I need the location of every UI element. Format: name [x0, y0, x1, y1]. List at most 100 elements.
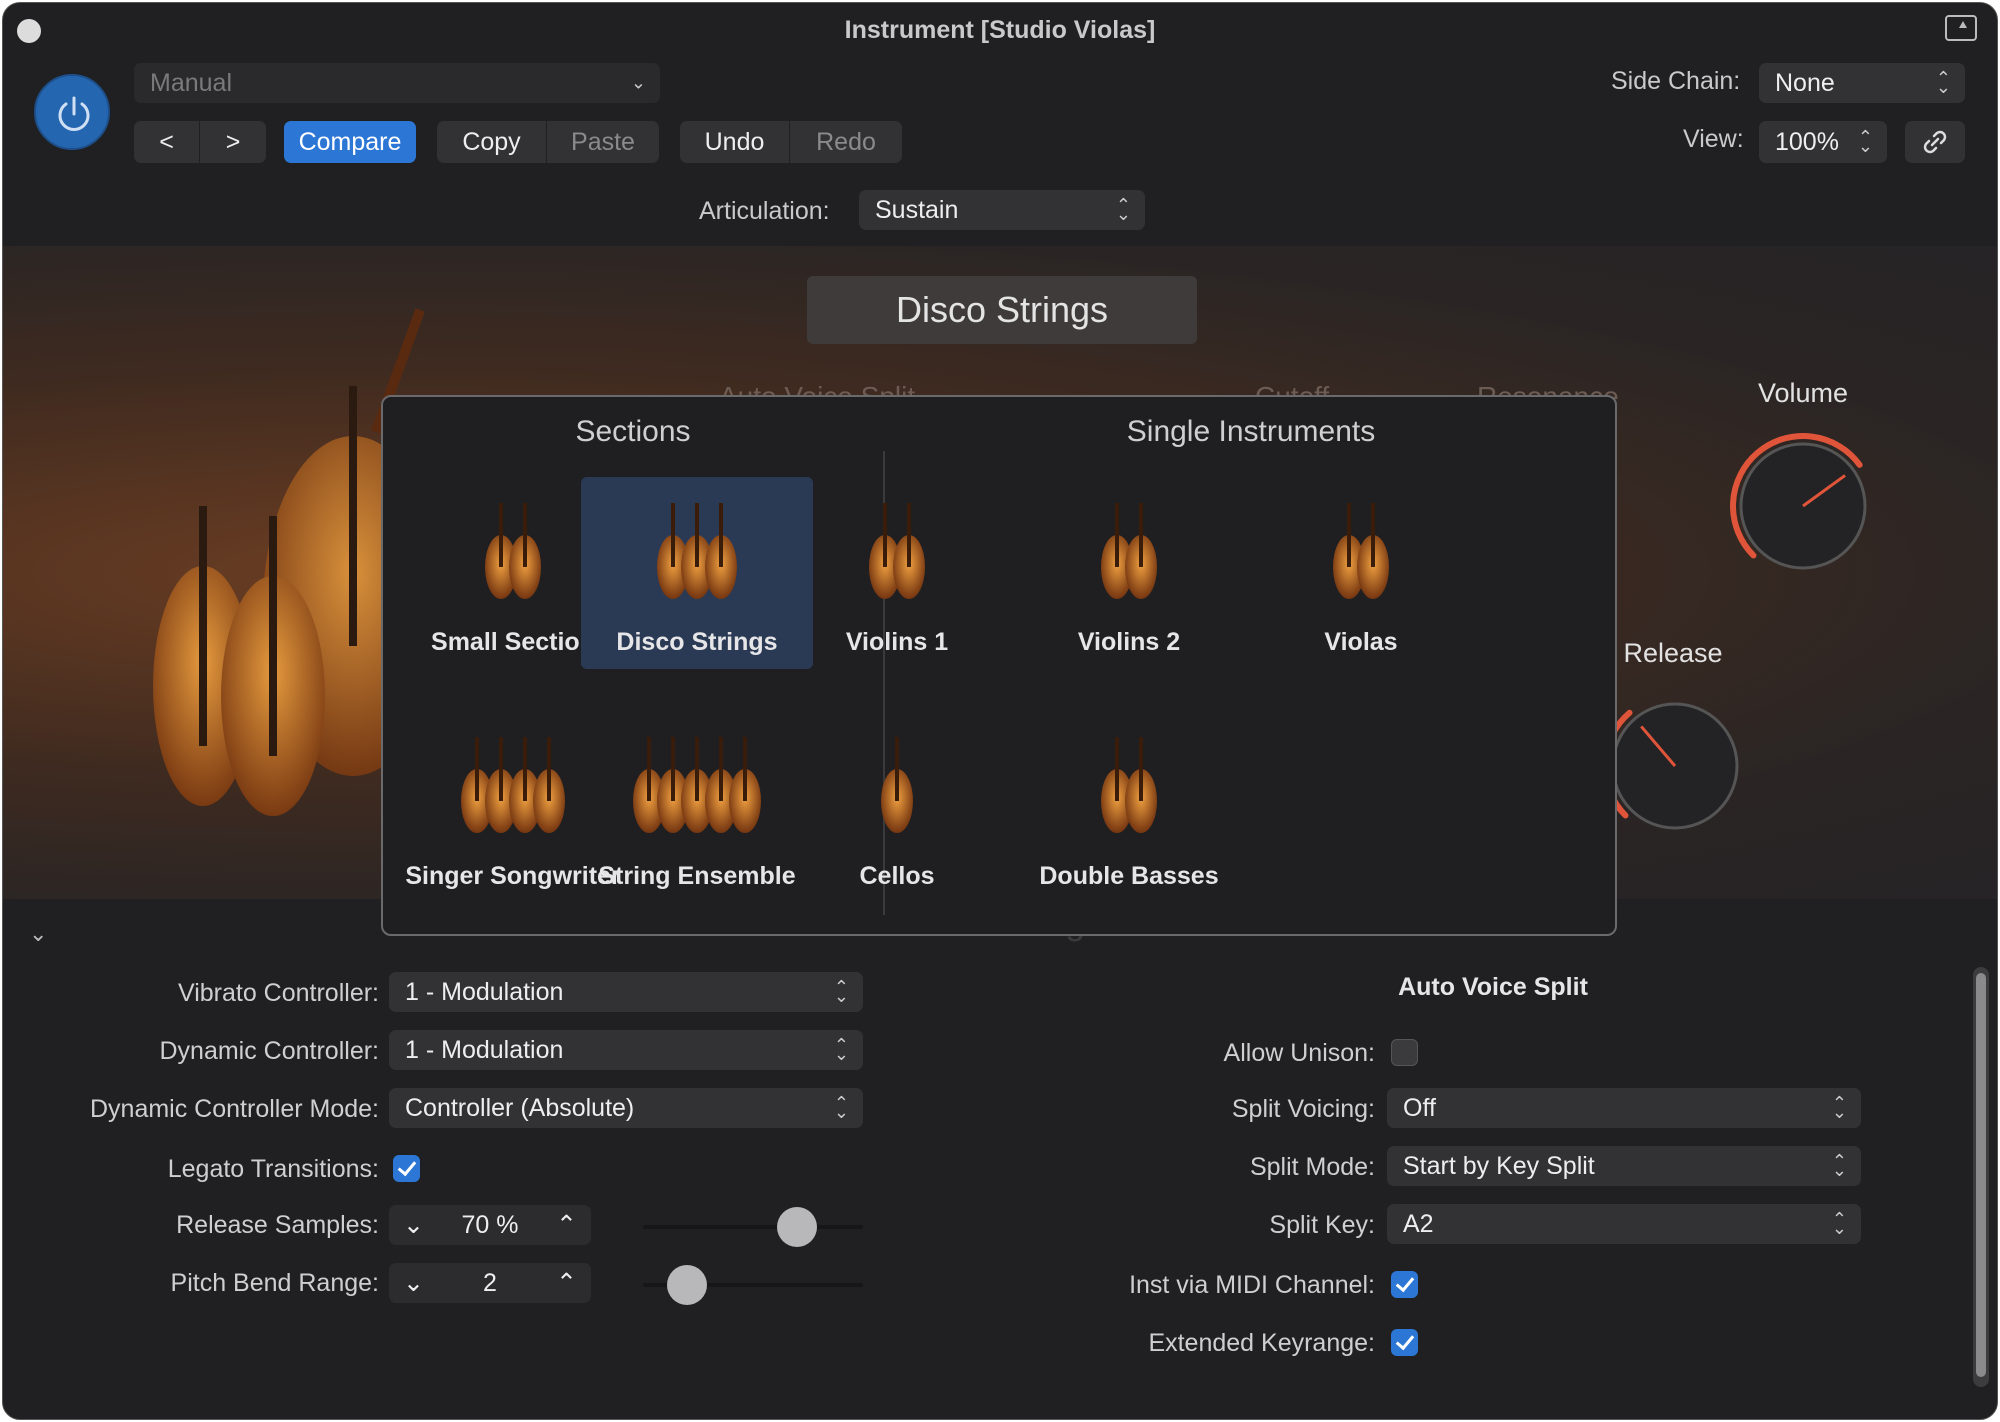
updown-chevron-icon: ⌃ ⌄: [1935, 68, 1951, 97]
view-zoom-dropdown[interactable]: 100% ⌃ ⌄: [1759, 121, 1887, 163]
view-zoom-value: 100%: [1775, 127, 1839, 156]
dynamic-controller-mode-value: Controller (Absolute): [405, 1093, 635, 1122]
preset-dropdown[interactable]: Manual ⌄: [134, 63, 660, 103]
chevron-up-icon[interactable]: ⌃: [556, 1268, 577, 1298]
patch-title: Disco Strings: [807, 276, 1197, 344]
split-mode-value: Start by Key Split: [1403, 1151, 1595, 1180]
articulation-label: Articulation:: [699, 197, 830, 225]
collapse-chevron-icon[interactable]: ⌄: [29, 921, 47, 947]
single-instrument-tile-3[interactable]: Cellos: [781, 711, 1013, 903]
pitch-bend-range-value: 2: [483, 1268, 497, 1297]
extended-keyrange-label: Extended Keyrange:: [1148, 1329, 1375, 1357]
instrument-icon: [633, 737, 761, 833]
updown-chevron-icon: ⌃ ⌄: [1857, 127, 1873, 156]
section-tile-3[interactable]: String Ensemble: [581, 711, 813, 903]
instrument-icon: [1333, 503, 1389, 599]
updown-chevron-icon: ⌃ ⌄: [1115, 195, 1131, 224]
undo-redo-group: Undo Redo: [680, 121, 902, 163]
side-chain-value: None: [1775, 68, 1835, 97]
split-key-value: A2: [1403, 1209, 1434, 1238]
updown-chevron-icon: ⌃ ⌄: [833, 977, 849, 1006]
prev-preset-button[interactable]: <: [134, 121, 200, 163]
updown-chevron-icon: ⌃ ⌄: [833, 1093, 849, 1122]
articulation-value: Sustain: [875, 195, 959, 224]
vibrato-controller-value: 1 - Modulation: [405, 977, 564, 1006]
articulation-dropdown[interactable]: Sustain ⌃ ⌄: [859, 190, 1145, 230]
chevron-down-icon[interactable]: ⌄: [403, 1268, 424, 1298]
inst-via-midi-channel-label: Inst via MIDI Channel:: [1129, 1271, 1375, 1299]
single-instrument-tile-2[interactable]: Violas: [1245, 477, 1477, 669]
copy-button[interactable]: Copy: [437, 121, 547, 163]
release-samples-slider-thumb[interactable]: [777, 1207, 817, 1247]
pitch-bend-range-label: Pitch Bend Range:: [170, 1269, 379, 1297]
chevron-up-icon[interactable]: ⌃: [556, 1210, 577, 1240]
close-button[interactable]: [17, 19, 41, 43]
instrument-icon: [881, 737, 913, 833]
dynamic-controller-dropdown[interactable]: 1 - Modulation ⌃ ⌄: [389, 1030, 863, 1070]
updown-chevron-icon: ⌃ ⌄: [1831, 1151, 1847, 1180]
sections-title: Sections: [575, 415, 691, 448]
link-icon: [1923, 130, 1947, 154]
release-samples-slider-track[interactable]: [643, 1225, 863, 1229]
single-instrument-tile-4[interactable]: Double Basses: [1013, 711, 1245, 903]
paste-button[interactable]: Paste: [547, 121, 659, 163]
side-chain-label: Side Chain:: [1611, 67, 1741, 95]
single-instrument-tile-1[interactable]: Violins 2: [1013, 477, 1245, 669]
undo-button[interactable]: Undo: [680, 121, 790, 163]
release-samples-label: Release Samples:: [176, 1211, 379, 1239]
single-instrument-tile-label: Cellos: [859, 862, 935, 890]
allow-unison-label: Allow Unison:: [1223, 1039, 1375, 1067]
section-tile-1[interactable]: Disco Strings: [581, 477, 813, 669]
release-knob[interactable]: [1595, 686, 1755, 846]
dynamic-controller-value: 1 - Modulation: [405, 1035, 564, 1064]
chevron-down-icon[interactable]: ⌄: [403, 1210, 424, 1240]
power-button[interactable]: [34, 74, 110, 150]
side-chain-dropdown[interactable]: None ⌃ ⌄: [1759, 63, 1965, 103]
preset-nav: < >: [134, 121, 266, 163]
split-key-dropdown[interactable]: A2 ⌃ ⌄: [1387, 1204, 1861, 1244]
extended-keyrange-checkbox[interactable]: [1391, 1329, 1418, 1356]
updown-chevron-icon: ⌃ ⌄: [1831, 1209, 1847, 1238]
allow-unison-checkbox[interactable]: [1391, 1039, 1418, 1066]
instrument-icon: [1101, 737, 1157, 833]
release-samples-value: 70 %: [461, 1210, 519, 1239]
section-tile-label: String Ensemble: [598, 862, 796, 890]
split-voicing-value: Off: [1403, 1093, 1436, 1122]
extended-parameters-panel: ⌄ Studio Strings Vibrato Controller: 1 -…: [3, 899, 1997, 1419]
vibrato-controller-dropdown[interactable]: 1 - Modulation ⌃ ⌄: [389, 972, 863, 1012]
volume-knob[interactable]: [1723, 426, 1883, 586]
patch-picker-popover: Sections Single Instruments Small Sectio…: [381, 395, 1617, 936]
scrollbar[interactable]: [1973, 967, 1989, 1387]
dynamic-controller-mode-dropdown[interactable]: Controller (Absolute) ⌃ ⌄: [389, 1088, 863, 1128]
window-expand-icon[interactable]: [1945, 15, 1977, 41]
pitch-bend-range-slider-thumb[interactable]: [667, 1265, 707, 1305]
link-button[interactable]: [1905, 121, 1965, 163]
single-instrument-tile-label: Violins 2: [1077, 628, 1181, 656]
instrument-icon: [1101, 503, 1157, 599]
view-label: View:: [1683, 125, 1744, 153]
vibrato-controller-label: Vibrato Controller:: [177, 979, 379, 1007]
section-tile-label: Disco Strings: [616, 628, 778, 656]
dynamic-controller-mode-label: Dynamic Controller Mode:: [90, 1095, 379, 1123]
legato-transitions-label: Legato Transitions:: [167, 1155, 379, 1183]
auto-voice-split-title: Auto Voice Split: [1398, 973, 1588, 1001]
updown-chevron-icon: ⌃ ⌄: [1831, 1093, 1847, 1122]
redo-button[interactable]: Redo: [790, 121, 902, 163]
next-preset-button[interactable]: >: [200, 121, 266, 163]
single-instrument-tile-0[interactable]: Violins 1: [781, 477, 1013, 669]
preset-value: Manual: [150, 68, 232, 97]
instrument-icon: [869, 503, 925, 599]
pitch-bend-range-stepper[interactable]: ⌄ 2 ⌃: [389, 1263, 591, 1303]
inst-via-midi-channel-checkbox[interactable]: [1391, 1271, 1418, 1298]
instrument-icon: [657, 503, 737, 599]
split-voicing-dropdown[interactable]: Off ⌃ ⌄: [1387, 1088, 1861, 1128]
compare-button[interactable]: Compare: [284, 121, 416, 163]
dynamic-controller-label: Dynamic Controller:: [159, 1037, 379, 1065]
split-mode-dropdown[interactable]: Start by Key Split ⌃ ⌄: [1387, 1146, 1861, 1186]
copy-paste-group: Copy Paste: [437, 121, 659, 163]
single-instrument-tile-label: Violins 1: [845, 628, 949, 656]
power-icon: [58, 96, 90, 131]
release-samples-stepper[interactable]: ⌄ 70 % ⌃: [389, 1205, 591, 1245]
legato-transitions-checkbox[interactable]: [393, 1155, 420, 1182]
single-instrument-tile-label: Double Basses: [1039, 862, 1219, 890]
